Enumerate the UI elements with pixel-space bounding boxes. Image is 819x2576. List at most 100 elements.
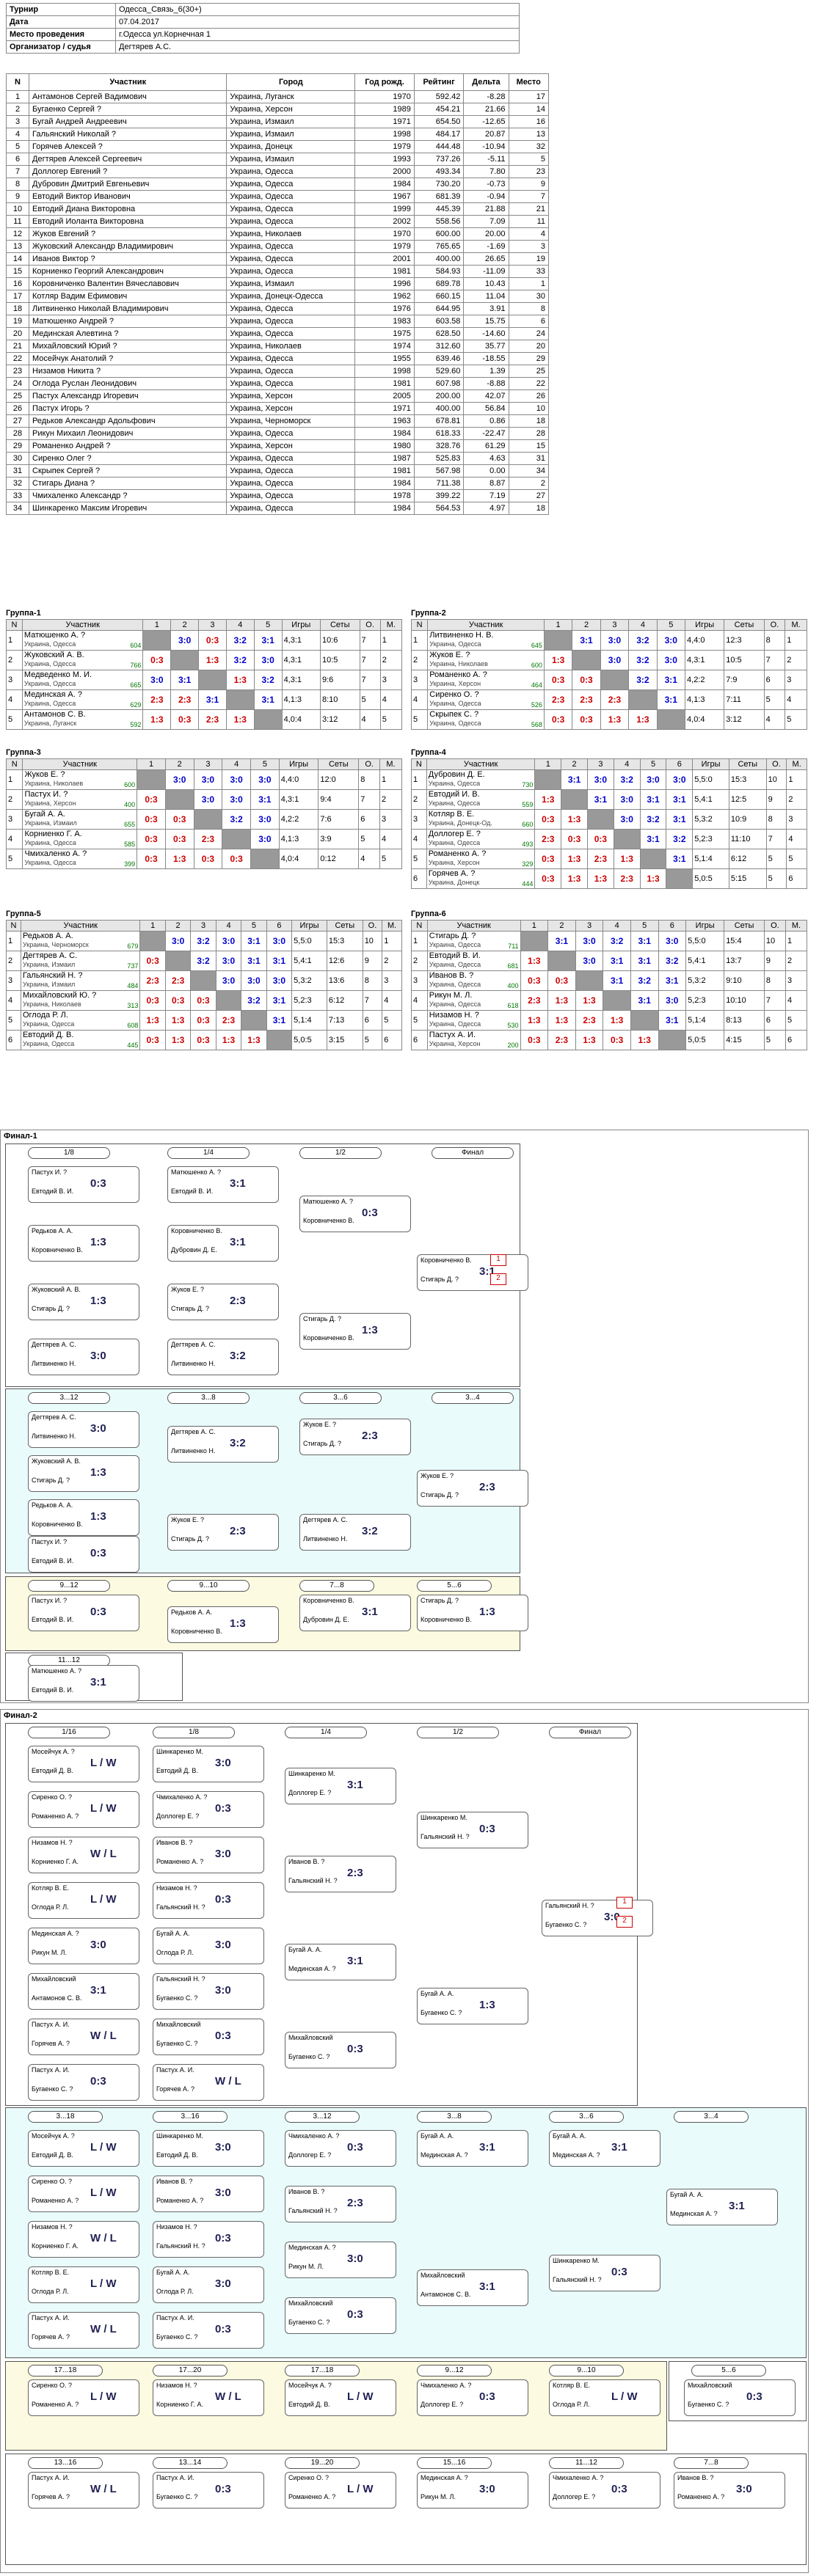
column-header: 1 bbox=[142, 619, 172, 631]
player-2-name: Евтодий Д. В. bbox=[288, 2401, 330, 2408]
match-score: 3:2 bbox=[247, 995, 261, 1006]
table-cell: 10.43 bbox=[463, 277, 509, 290]
column-header: Участник bbox=[28, 73, 228, 91]
match-score: 3:1 bbox=[673, 854, 686, 864]
match-score: L / W bbox=[90, 1893, 117, 1906]
table-cell: 8 bbox=[6, 178, 29, 191]
match-score: 0:3 bbox=[173, 814, 186, 824]
match-score: 1:3 bbox=[171, 1035, 185, 1045]
sets-cell: 9:6 bbox=[319, 670, 360, 690]
sets-cell: 8:13 bbox=[724, 1010, 765, 1031]
player-2-name: Романенко А. ? bbox=[677, 2493, 725, 2500]
group-row: 3 Иванов В. ? Украина, Одесса 400 0:3 0:3 3:1 3… bbox=[411, 970, 808, 991]
table-cell: 13 bbox=[508, 128, 549, 141]
match-score: 3:0 bbox=[215, 1848, 231, 1860]
group-grid: N Участник 1 2 3 4 5 Игры Сеты О. М. 1 Жуков Е. ? Укр… bbox=[5, 758, 402, 869]
column-header: О. bbox=[358, 758, 381, 770]
games-cell: 5,1:4 bbox=[692, 849, 729, 869]
match-score: 3:1 bbox=[664, 675, 677, 685]
sets-cell: 13:7 bbox=[724, 951, 765, 971]
player-city: Украина, Одесса bbox=[429, 700, 481, 707]
player-rating: 445 bbox=[127, 1042, 139, 1049]
column-header: Сеты bbox=[326, 920, 363, 932]
group-row: 4 Рикун М. Л. Украина, Одесса 618 2:3 1:3 1:3 3… bbox=[411, 990, 808, 1011]
column-header: 1 bbox=[139, 920, 166, 932]
bracket-area: 1/16 1/8 1/4 1/2 Финал Мосейчук А. ? Евтодий Д… bbox=[5, 1723, 653, 2106]
table-row: 13 Жуковский Александр Владимирович Украин… bbox=[6, 240, 549, 253]
column-header: 3 bbox=[198, 619, 227, 631]
result-cell: 3:1 bbox=[666, 849, 694, 869]
table-cell: 2005 bbox=[354, 389, 415, 403]
result-cell: 3:2 bbox=[225, 630, 255, 651]
table-cell: 24 bbox=[508, 327, 549, 340]
result-cell: 3:0 bbox=[222, 789, 252, 810]
table-row: 9 Евтодий Виктор Иванович Украина, Одесса 1… bbox=[6, 190, 549, 203]
self-cell bbox=[603, 990, 631, 1011]
player-city: Украина, Одесса bbox=[429, 640, 481, 648]
player-name: Бугай А. А. bbox=[24, 810, 65, 819]
place-cell: 5 bbox=[379, 849, 402, 869]
sets-cell: 7:9 bbox=[724, 670, 765, 690]
match-score: 2:3 bbox=[594, 854, 608, 864]
match-score: 0:3 bbox=[201, 854, 215, 864]
result-cell: 3:0 bbox=[250, 809, 280, 830]
match-score: 3:0 bbox=[272, 976, 286, 986]
table-cell: 3 bbox=[6, 115, 29, 128]
table-cell: Шинкаренко Максим Игоревич bbox=[28, 502, 228, 515]
table-cell: 1981 bbox=[354, 464, 415, 477]
match-score: 3:2 bbox=[233, 635, 247, 645]
match-score: 2:3 bbox=[551, 695, 565, 705]
table-row: 26 Пастух Игорь ? Украина, Херсон 1971 400.0… bbox=[6, 402, 549, 415]
player-2-name: Дубровин Д. Е. bbox=[171, 1246, 217, 1254]
player-2-name: Романенко А. ? bbox=[156, 1858, 204, 1865]
match-box: Коровниченко В. Дубровин Д. Е. 3:1 bbox=[167, 1225, 279, 1262]
table-cell: Украина, Донецк-Одесса bbox=[226, 290, 356, 303]
result-cell: 0:3 bbox=[190, 1030, 216, 1050]
player-name: Мединская А. ? bbox=[23, 690, 82, 699]
table-cell: 1979 bbox=[354, 240, 415, 253]
table-cell: 33 bbox=[6, 489, 29, 502]
match-box: Пастух А. И. Горячев А. ? W / L bbox=[28, 2019, 139, 2055]
match-box: Котляр В. Е. Оглода Р. Л. L / W bbox=[28, 2266, 139, 2303]
player-2-name: Коровниченко В. bbox=[421, 1616, 472, 1623]
table-cell: Украина, Измаил bbox=[226, 128, 356, 141]
player-city: Украина, Николаев bbox=[24, 780, 84, 787]
player-rating: 660 bbox=[522, 821, 534, 828]
self-cell bbox=[630, 1010, 659, 1031]
result-cell: 3:0 bbox=[266, 931, 293, 951]
place-cell: 4 bbox=[785, 689, 807, 710]
games-cell: 5,4:1 bbox=[685, 951, 725, 971]
place-badge: 1 bbox=[616, 1897, 633, 1909]
sets-cell: 3:12 bbox=[319, 709, 360, 730]
sets-cell: 12:3 bbox=[724, 630, 765, 651]
points-cell: 10 bbox=[362, 931, 383, 951]
column-header: Участник bbox=[22, 758, 138, 770]
table-cell: 27 bbox=[508, 489, 549, 502]
match-score: 1:3 bbox=[567, 874, 581, 884]
result-cell: 3:1 bbox=[241, 931, 267, 951]
sets-cell: 9:4 bbox=[318, 789, 360, 810]
column-header: 3 bbox=[193, 758, 223, 770]
table-cell: 1981 bbox=[354, 377, 415, 390]
column-header: Участник bbox=[427, 619, 545, 631]
group-table: Группа-1 N Участник 1 2 3 4 5 Игры Сеты О. М. 1 Матюш… bbox=[6, 609, 403, 730]
player-city: Украина, Одесса bbox=[23, 640, 76, 648]
player-name: Корниенко Г. А. bbox=[24, 830, 82, 838]
result-cell: 1:3 bbox=[534, 789, 562, 810]
table-cell: 7.19 bbox=[463, 489, 509, 502]
match-box: Дегтярев А. С. Литвиненко Н. 3:2 bbox=[299, 1514, 411, 1551]
match-box: Чмихаленко А. ? Доллогер Е. ? 0:3 bbox=[153, 1791, 264, 1828]
player-city: Украина, Одесса bbox=[429, 981, 481, 988]
column-header: 2 bbox=[170, 619, 200, 631]
player-number: 4 bbox=[6, 990, 21, 1011]
match-box: Мединская А. ? Рикун М. Л. 3:0 bbox=[28, 1928, 139, 1964]
points-cell: 9 bbox=[362, 951, 383, 971]
table-cell: 711.38 bbox=[413, 477, 465, 490]
info-value: 07.04.2017 bbox=[115, 15, 520, 29]
player-number: 3 bbox=[5, 809, 23, 830]
player-1-name: Шинкаренко М. bbox=[288, 1770, 335, 1777]
info-value: Одесса_Связь_6(30+) bbox=[115, 3, 520, 16]
players-table: N Участник Город Год рожд. Рейтинг Дельта Мест… bbox=[6, 73, 549, 515]
self-cell bbox=[198, 670, 227, 690]
table-cell: 28 bbox=[508, 427, 549, 440]
